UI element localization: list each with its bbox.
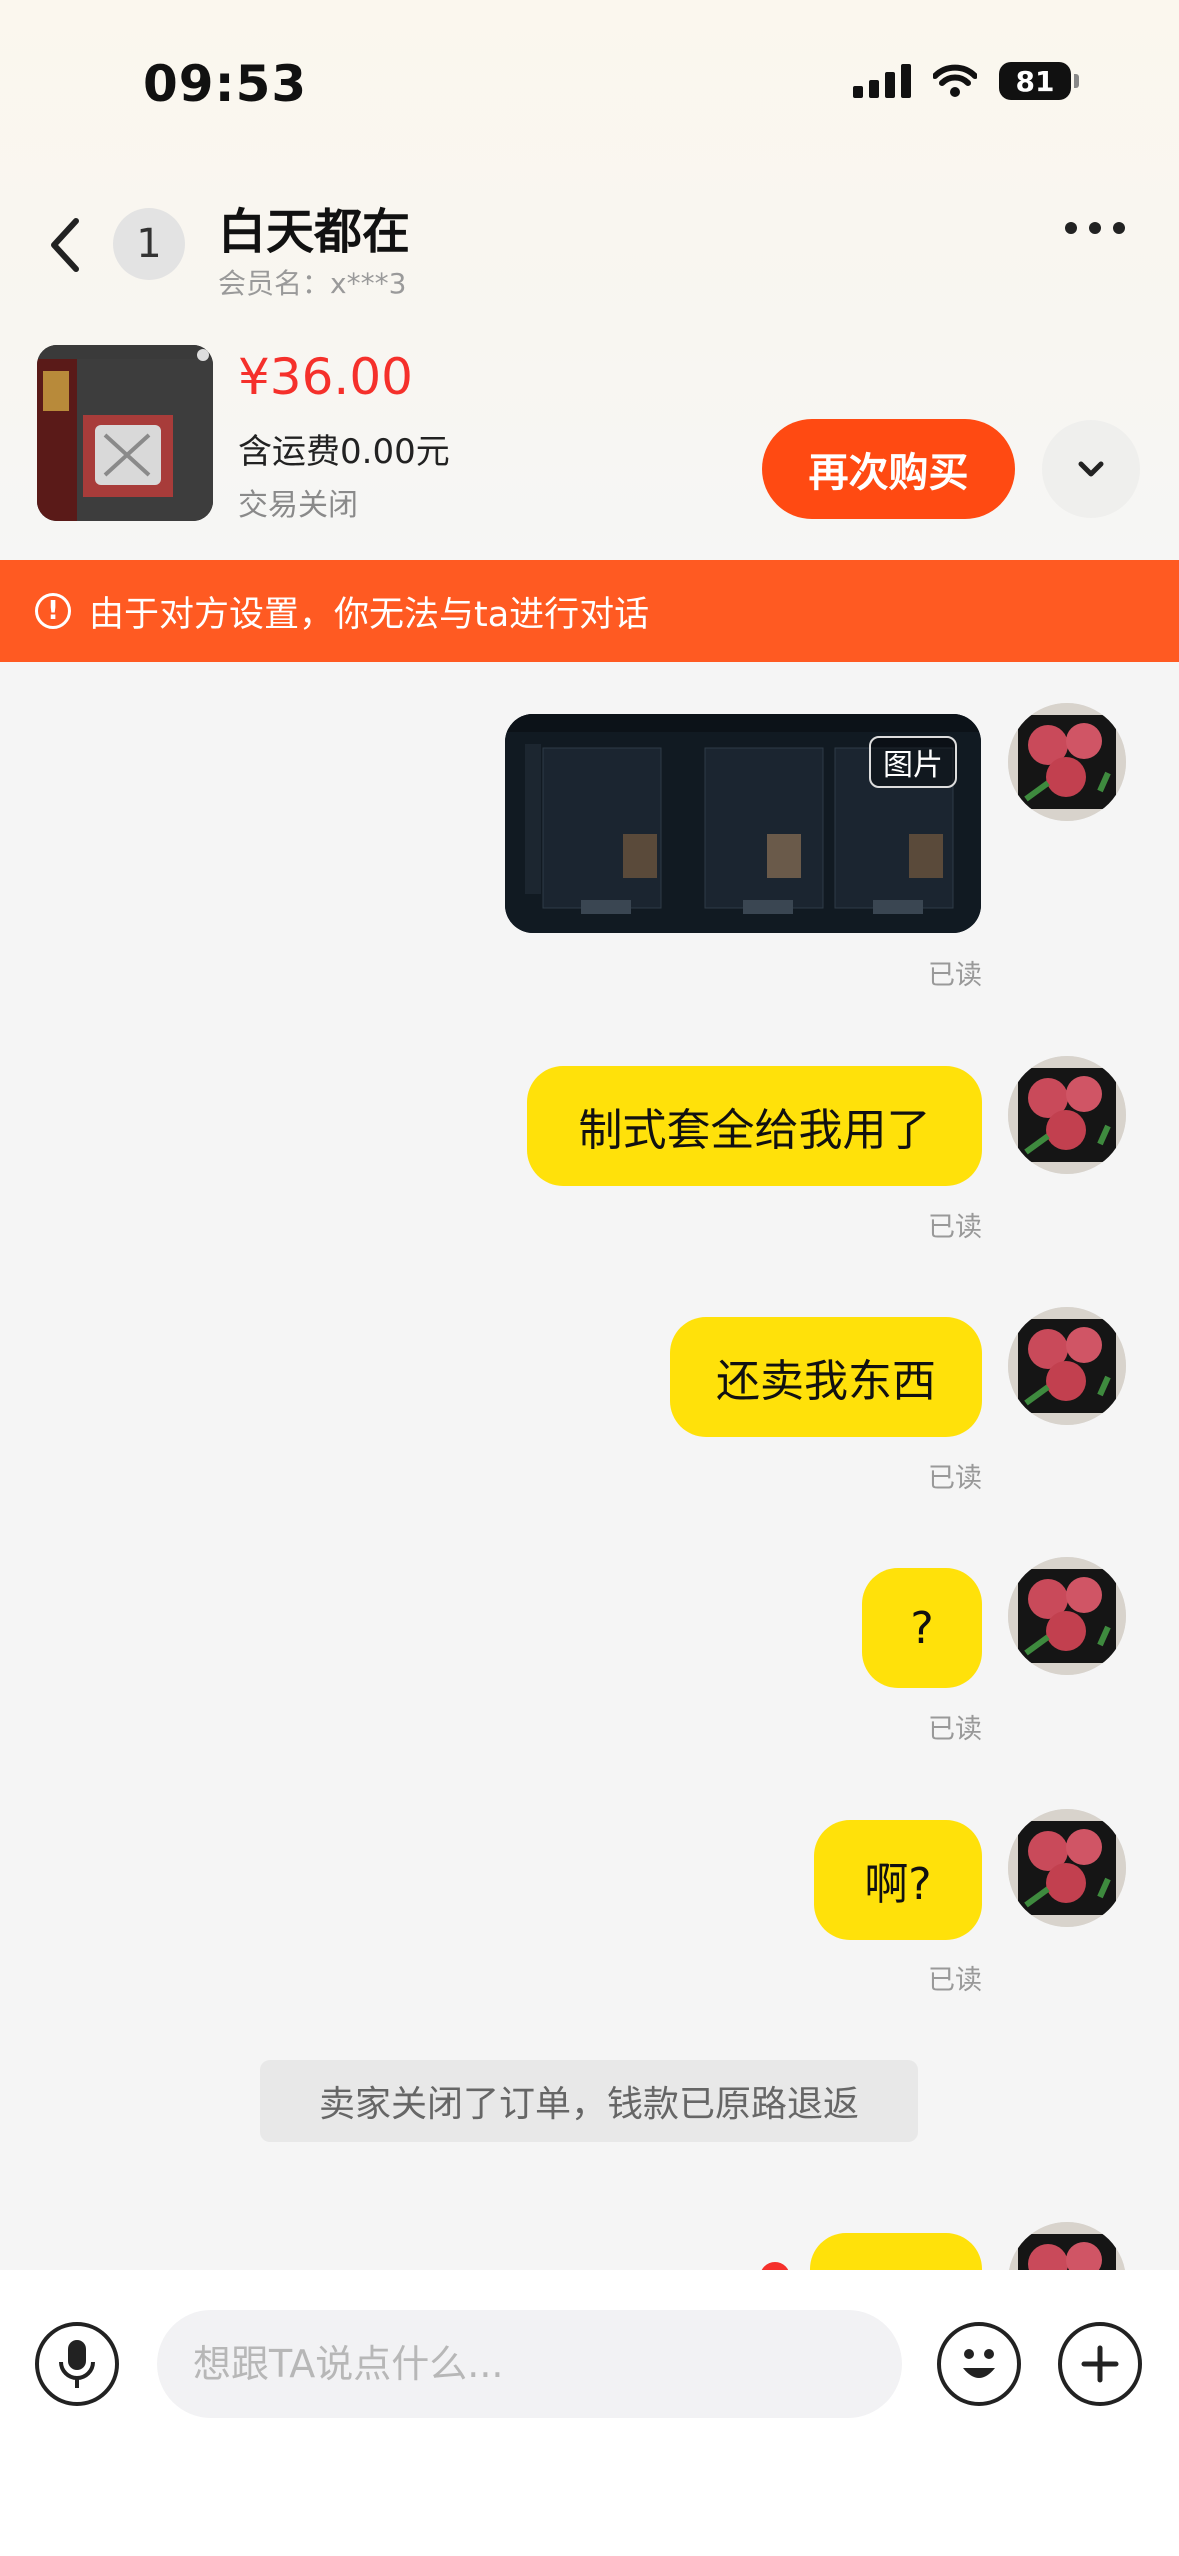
alert-circle-icon: ! [35, 593, 71, 629]
shipping-fee: 含运费0.00元 [238, 432, 450, 472]
rose-avatar-image [1008, 1809, 1126, 1927]
avatar[interactable] [1008, 1557, 1126, 1675]
rose-avatar-image [1008, 703, 1126, 821]
rebuy-button[interactable]: 再次购买 [762, 419, 1015, 519]
more-dots-icon [1065, 222, 1077, 234]
member-name: 会员名：x***3 [218, 267, 407, 300]
contact-name: 白天都在 [218, 204, 411, 260]
cellular-signal-icon [853, 64, 911, 98]
message-bubble[interactable]: ? [862, 1568, 982, 1688]
product-price: ¥36.00 [238, 348, 413, 406]
message-bubble[interactable]: 制式套全给我用了 [527, 1066, 982, 1186]
more-actions-button[interactable] [1058, 2322, 1142, 2406]
message-bubble[interactable]: 啊? [814, 1820, 982, 1940]
system-notice: 卖家关闭了订单，钱款已原路退返 [260, 2060, 918, 2142]
avatar[interactable] [1008, 1056, 1126, 1174]
avatar[interactable] [1008, 1809, 1126, 1927]
emoji-button[interactable] [937, 2322, 1021, 2406]
warning-text: 由于对方设置，你无法与ta进行对话 [89, 594, 650, 635]
read-status: 已读 [928, 1714, 982, 1745]
rose-avatar-image [1008, 1307, 1126, 1425]
chevron-left-icon [51, 218, 79, 272]
unread-count-badge[interactable]: 1 [113, 208, 185, 280]
message-bubble[interactable]: 还卖我东西 [670, 1317, 982, 1437]
back-button[interactable] [40, 205, 100, 285]
read-status: 已读 [928, 1212, 982, 1243]
battery-level: 81 [999, 62, 1071, 100]
more-options-button[interactable] [1065, 222, 1125, 234]
message-input[interactable] [157, 2310, 902, 2418]
status-time: 09:53 [143, 55, 308, 113]
plus-icon [1081, 2345, 1119, 2383]
product-image [37, 345, 213, 521]
wifi-icon [933, 64, 977, 97]
warning-banner: ! 由于对方设置，你无法与ta进行对话 [0, 560, 1179, 662]
battery-icon: 81 [999, 62, 1079, 100]
read-status: 已读 [928, 1463, 982, 1494]
emoji-icon [963, 2349, 995, 2378]
product-thumbnail[interactable] [37, 345, 213, 521]
avatar[interactable] [1008, 703, 1126, 821]
voice-button[interactable] [35, 2322, 119, 2406]
image-message[interactable]: 图片 [505, 714, 981, 933]
microphone-icon [59, 2340, 95, 2388]
read-status: 已读 [928, 960, 982, 991]
rose-avatar-image [1008, 1056, 1126, 1174]
image-tag: 图片 [869, 736, 957, 788]
trade-status: 交易关闭 [238, 488, 358, 523]
expand-button[interactable] [1042, 420, 1140, 518]
rose-avatar-image [1008, 1557, 1126, 1675]
avatar[interactable] [1008, 1307, 1126, 1425]
read-status: 已读 [928, 1965, 982, 1996]
status-icons: 81 [853, 62, 1079, 100]
chevron-down-icon [1078, 461, 1104, 477]
